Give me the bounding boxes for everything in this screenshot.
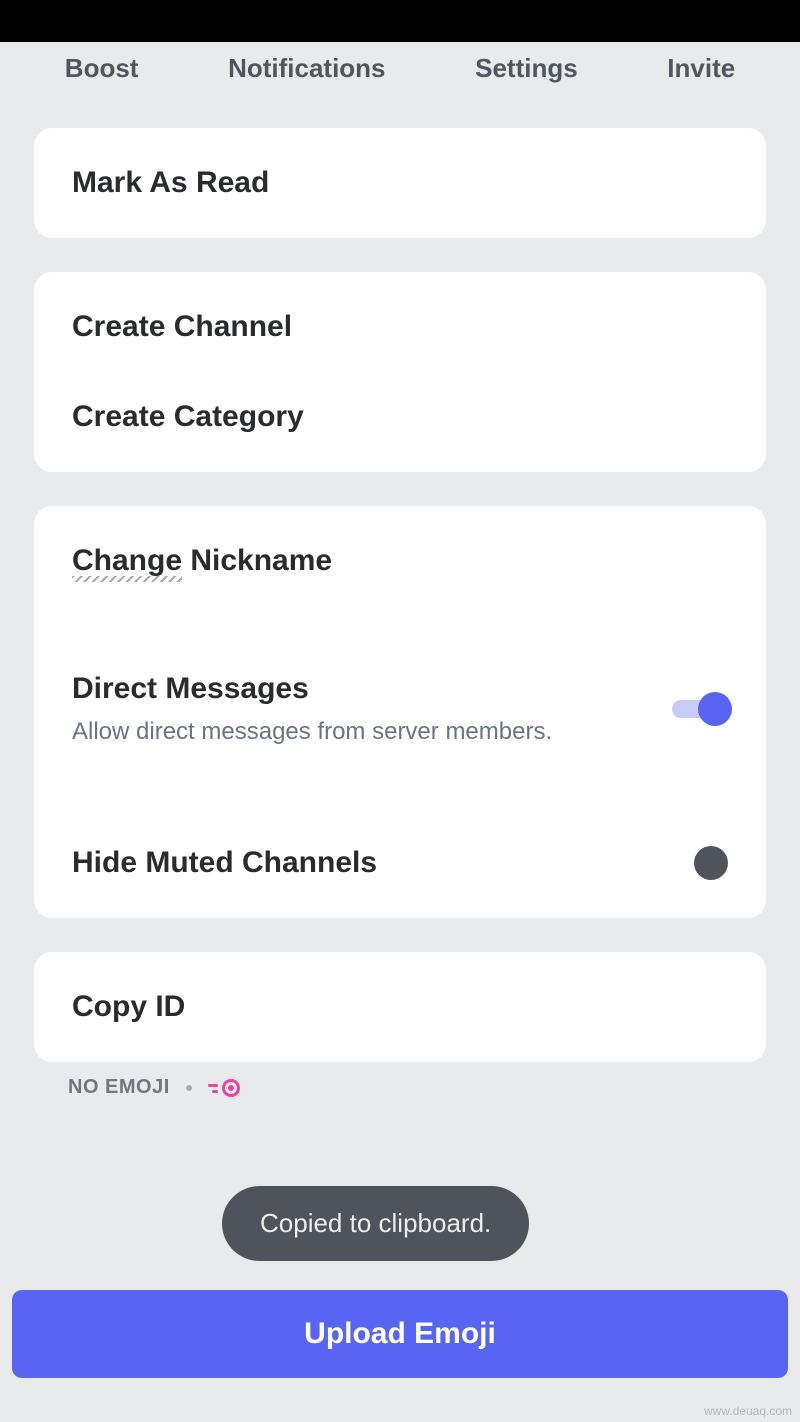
direct-messages-row[interactable]: Direct Messages Allow direct messages fr… [34, 634, 766, 784]
tab-invite[interactable]: Invite [667, 53, 735, 84]
squiggle-underline [72, 576, 182, 582]
mark-as-read-label: Mark As Read [72, 166, 269, 200]
footer-area: NO EMOJI [34, 1076, 766, 1099]
mark-as-read-row[interactable]: Mark As Read [34, 128, 766, 238]
tab-settings[interactable]: Settings [475, 53, 578, 84]
nitro-icon [208, 1079, 240, 1097]
create-category-row[interactable]: Create Category [34, 382, 766, 472]
card-copy-id: Copy ID [34, 952, 766, 1062]
hide-muted-toggle[interactable] [694, 846, 728, 880]
change-nickname-label: Change Nickname [72, 544, 332, 578]
card-mark-read: Mark As Read [34, 128, 766, 238]
copy-id-label: Copy ID [72, 990, 185, 1024]
upload-emoji-button[interactable]: Upload Emoji [12, 1290, 788, 1378]
toast-copied: Copied to clipboard. [222, 1186, 529, 1261]
card-settings: Change Nickname Direct Messages Allow di… [34, 506, 766, 918]
tab-boost[interactable]: Boost [65, 53, 139, 84]
create-channel-row[interactable]: Create Channel [34, 272, 766, 382]
direct-messages-label: Direct Messages [72, 672, 552, 706]
direct-messages-toggle[interactable] [672, 694, 728, 724]
status-bar [0, 0, 800, 42]
tab-row: Boost Notifications Settings Invite [0, 42, 800, 94]
change-nickname-row[interactable]: Change Nickname [34, 506, 766, 596]
create-channel-label: Create Channel [72, 310, 292, 344]
hide-muted-label: Hide Muted Channels [72, 846, 377, 880]
copy-id-row[interactable]: Copy ID [34, 952, 766, 1062]
hide-muted-row[interactable]: Hide Muted Channels [34, 808, 766, 918]
direct-messages-subtitle: Allow direct messages from server member… [72, 718, 552, 746]
watermark: www.deuaq.com [704, 1404, 792, 1418]
dot-separator [186, 1085, 192, 1091]
no-emoji-label: NO EMOJI [68, 1076, 170, 1099]
tab-notifications[interactable]: Notifications [228, 53, 385, 84]
card-create: Create Channel Create Category [34, 272, 766, 472]
create-category-label: Create Category [72, 400, 304, 434]
